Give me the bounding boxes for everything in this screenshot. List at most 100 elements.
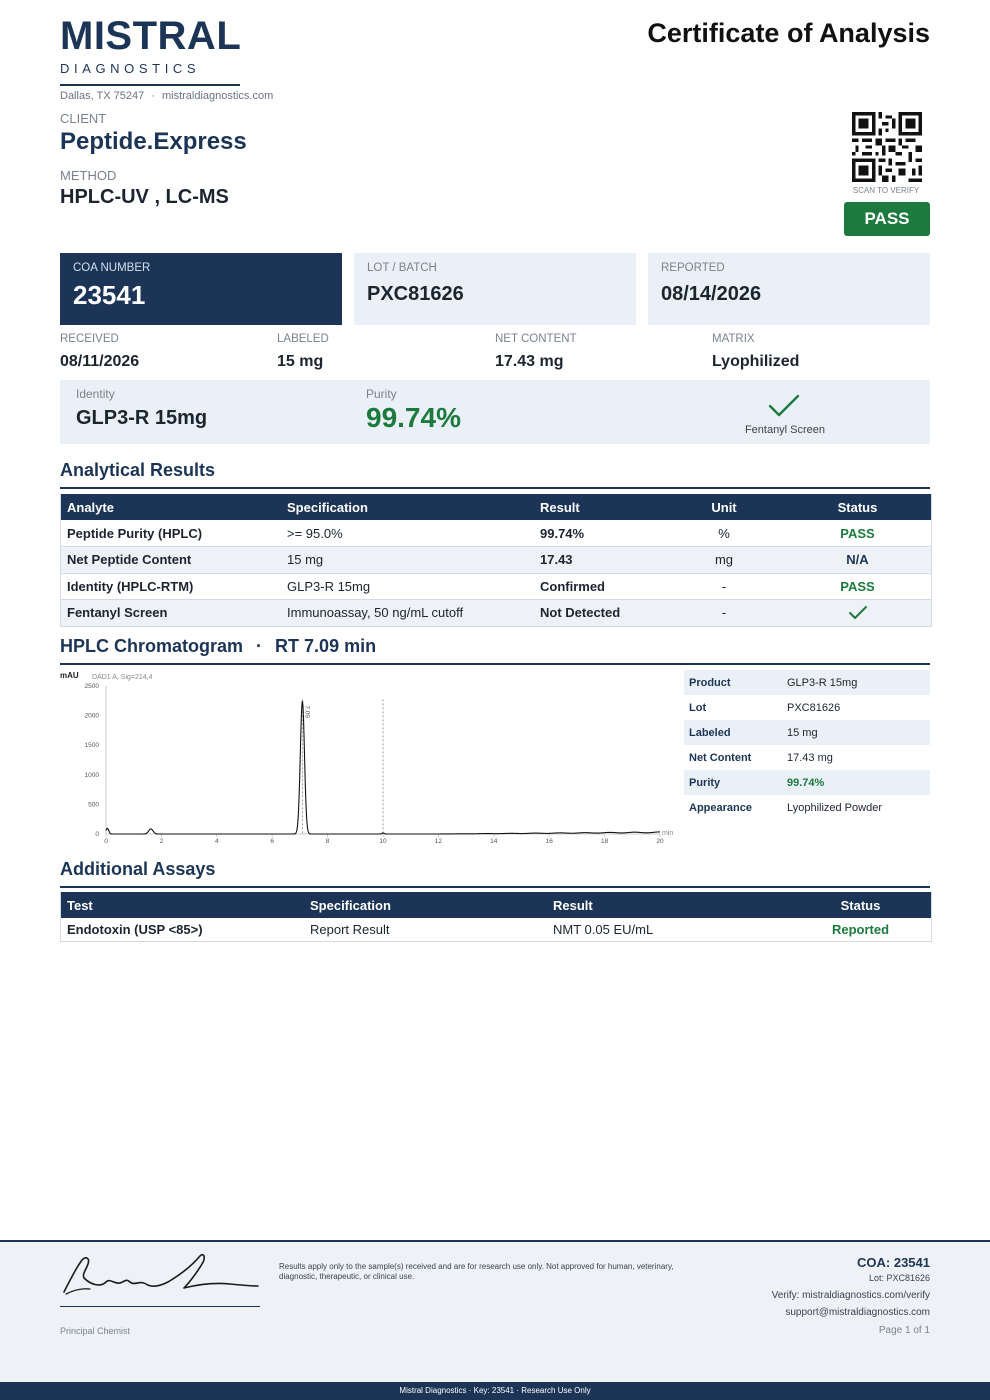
info-row: Product GLP3-R 15mg — [684, 670, 930, 695]
result-cell: Not Detected — [534, 599, 664, 627]
additional-assays-heading: Additional Assays — [60, 859, 930, 888]
info-row: Lot PXC81626 — [684, 695, 930, 720]
support-email-link[interactable]: support@mistraldiagnostics.com — [785, 1307, 930, 1318]
specification-cell: >= 95.0% — [281, 520, 534, 547]
info-row: Purity 99.74% — [684, 770, 930, 795]
retention-time: RT 7.09 min — [275, 636, 377, 656]
test-cell: Endotoxin (USP <85>) — [61, 918, 304, 942]
purity-value: 99.74% — [366, 402, 461, 433]
lot-batch-value: PXC81626 — [367, 283, 464, 305]
status-cell: Reported — [790, 918, 931, 942]
received-value: 08/11/2026 — [60, 353, 140, 370]
identity-value: GLP3-R 15mg — [76, 407, 208, 429]
x-tick-label: 14 — [490, 838, 498, 845]
y-tick-label: 0 — [95, 831, 99, 838]
column-header: Status — [784, 494, 931, 520]
y-tick-label: 2500 — [85, 683, 100, 690]
coa-number-label: COA NUMBER — [73, 262, 151, 274]
info-value: Lyophilized Powder — [787, 801, 882, 814]
specification-cell: GLP3-R 15mg — [281, 573, 534, 600]
disclaimer-text: Results apply only to the sample(s) rece… — [279, 1262, 674, 1282]
column-header: Unit — [664, 494, 784, 520]
analyte-cell: Identity (HPLC-RTM) — [61, 573, 281, 600]
specification-cell: 15 mg — [281, 546, 534, 574]
analytical-results-heading: Analytical Results — [60, 460, 930, 489]
hplc-chromatogram-chart: mAU DAD1 A, Sig=214,4 min 0 500 1000 1500 2000 2… — [60, 671, 673, 845]
x-tick-label: 2 — [160, 838, 164, 845]
info-value: 15 mg — [782, 720, 930, 745]
table-row: Fentanyl Screen Immunoassay, 50 ng/mL cu… — [61, 599, 931, 627]
info-row: Appearance Lyophilized Powder — [684, 795, 930, 820]
website-link[interactable]: mistraldiagnostics.com — [162, 90, 273, 102]
purity-label: Purity — [366, 387, 397, 401]
unit-cell: - — [664, 599, 784, 627]
net-content-label: NET CONTENT — [495, 333, 577, 345]
y-tick-label: 1500 — [85, 742, 100, 749]
column-header: Test — [61, 892, 304, 918]
net-content-field: NET CONTENT 17.43 mg — [495, 333, 577, 371]
column-header: Result — [534, 494, 664, 520]
x-tick-label: 18 — [601, 838, 609, 845]
address-separator: · — [151, 90, 155, 102]
info-key: Labeled — [684, 720, 782, 745]
table-row: Peptide Purity (HPLC) >= 95.0% 99.74% % … — [61, 520, 931, 547]
bottom-bar: Mistral Diagnostics · Key: 23541 · Resea… — [0, 1382, 990, 1400]
reported-box: REPORTED 08/14/2026 — [648, 253, 930, 325]
status-cell: N/A — [784, 546, 931, 574]
method-value: HPLC-UV , LC-MS — [60, 186, 229, 208]
brand-subtitle: DIAGNOSTICS — [60, 61, 201, 76]
info-row: Labeled 15 mg — [684, 720, 930, 745]
address: Dallas, TX 75247 — [60, 90, 145, 102]
received-field: RECEIVED 08/11/2026 — [60, 333, 139, 371]
overall-pass-badge: PASS — [844, 202, 930, 236]
page-number: Page 1 of 1 — [878, 1325, 930, 1336]
client-name: Peptide.Express — [60, 128, 247, 155]
unit-cell: % — [664, 520, 784, 547]
received-label: RECEIVED — [60, 333, 119, 345]
chart-subtitle: DAD1 A, Sig=214,4 — [92, 674, 153, 681]
info-value: 99.74% — [782, 770, 930, 795]
identity-label: Identity — [76, 387, 115, 401]
specification-cell: Report Result — [304, 918, 547, 942]
info-key: Net Content — [689, 751, 752, 764]
table-row: Identity (HPLC-RTM) GLP3-R 15mg Confirme… — [61, 573, 931, 600]
footer-coa-number: COA: 23541 — [857, 1255, 930, 1270]
footer-lot: Lot: PXC81626 — [868, 1273, 930, 1283]
method-label: METHOD — [60, 168, 117, 183]
info-value: PXC81626 — [787, 701, 841, 714]
result-cell: 99.74% — [534, 520, 664, 547]
brand-address-line: Dallas, TX 75247 · mistraldiagnostics.co… — [60, 90, 273, 102]
analytical-results-table: Analyte Specification Result Unit Status… — [60, 494, 932, 627]
x-tick-label: 12 — [435, 838, 443, 845]
info-key: Lot — [689, 701, 707, 714]
info-key: Purity — [684, 770, 782, 795]
matrix-value: Lyophilized — [712, 353, 800, 370]
x-tick-label: 0 — [104, 838, 108, 845]
y-tick-label: 1000 — [85, 772, 100, 779]
column-header: Analyte — [61, 494, 281, 520]
checkmark-icon — [768, 394, 800, 417]
matrix-label: MATRIX — [712, 333, 755, 345]
net-content-value: 17.43 mg — [495, 353, 564, 370]
chromatogram-separator: · — [256, 636, 263, 656]
status-cell — [784, 599, 931, 627]
brand-divider — [60, 84, 240, 86]
x-axis-label: min — [662, 830, 673, 837]
sample-info-table: Product GLP3-R 15mg Lot PXC81626 Labeled… — [684, 670, 930, 820]
signature-line — [60, 1306, 260, 1307]
y-tick-label: 500 — [88, 801, 99, 808]
info-key: Product — [684, 670, 782, 695]
brand-logo: MISTRAL — [60, 14, 242, 58]
column-header: Status — [790, 892, 931, 918]
x-tick-label: 20 — [656, 838, 664, 845]
column-header: Specification — [304, 892, 547, 918]
additional-assays-table: Test Specification Result Status Endotox… — [60, 892, 932, 942]
y-axis-label: mAU — [60, 671, 79, 680]
info-value: 17.43 mg — [787, 751, 833, 764]
status-cell: PASS — [784, 573, 931, 600]
info-row: Net Content 17.43 mg — [684, 745, 930, 770]
qr-code-icon[interactable] — [852, 112, 922, 182]
info-value: GLP3-R 15mg — [782, 670, 930, 695]
verify-link[interactable]: Verify: mistraldiagnostics.com/verify — [772, 1290, 930, 1301]
result-cell: Confirmed — [534, 573, 664, 600]
